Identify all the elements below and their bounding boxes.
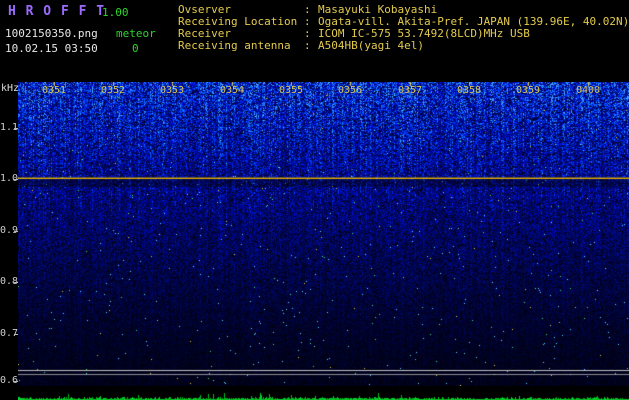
freq-label: 0.6 — [0, 375, 19, 386]
observer-row: Receiving antenna : A504HB(yagi 4el) — [178, 40, 629, 52]
time-label: 0358 — [456, 85, 482, 96]
observer-row-separator: : — [304, 39, 311, 52]
freq-tick — [14, 334, 18, 335]
spectrogram-canvas — [18, 82, 629, 386]
freq-label: 1.1 — [0, 122, 19, 133]
freq-tick — [14, 282, 18, 283]
time-label: 0351 — [41, 85, 67, 96]
observer-info: Ovserver : Masayuki Kobayashi Receiving … — [178, 4, 629, 52]
hrofft-window: H R O F F T 1.00 1002150350.png meteor 1… — [0, 0, 629, 400]
time-label: 0354 — [219, 85, 245, 96]
capture-timestamp: 10.02.15 03:50 — [5, 42, 98, 55]
app-version: 1.00 — [102, 6, 129, 19]
time-label: 0353 — [159, 85, 185, 96]
freq-tick — [14, 231, 18, 232]
time-label: 0352 — [100, 85, 126, 96]
app-title: H R O F F T — [8, 4, 106, 19]
time-label: 0355 — [278, 85, 304, 96]
time-label: 0357 — [397, 85, 423, 96]
time-label: 0359 — [515, 85, 541, 96]
output-filename: 1002150350.png — [5, 27, 98, 40]
observer-row-value: A504HB(yagi 4el) — [318, 39, 424, 52]
freq-tick — [14, 381, 18, 382]
freq-label: 0.8 — [0, 276, 19, 287]
signal-meter-canvas — [18, 386, 629, 400]
freq-tick — [14, 179, 18, 180]
mode-label: meteor — [116, 27, 156, 40]
time-label: 0400 — [575, 85, 601, 96]
freq-label: 0.7 — [0, 328, 19, 339]
freq-label: 0.9 — [0, 225, 19, 236]
time-label: 0356 — [337, 85, 363, 96]
freq-label: 1.0 — [0, 173, 19, 184]
meteor-count: 0 — [132, 42, 139, 55]
y-axis-unit: kHz — [1, 83, 20, 94]
freq-tick — [14, 128, 18, 129]
observer-row-label: Receiving antenna — [178, 39, 291, 52]
